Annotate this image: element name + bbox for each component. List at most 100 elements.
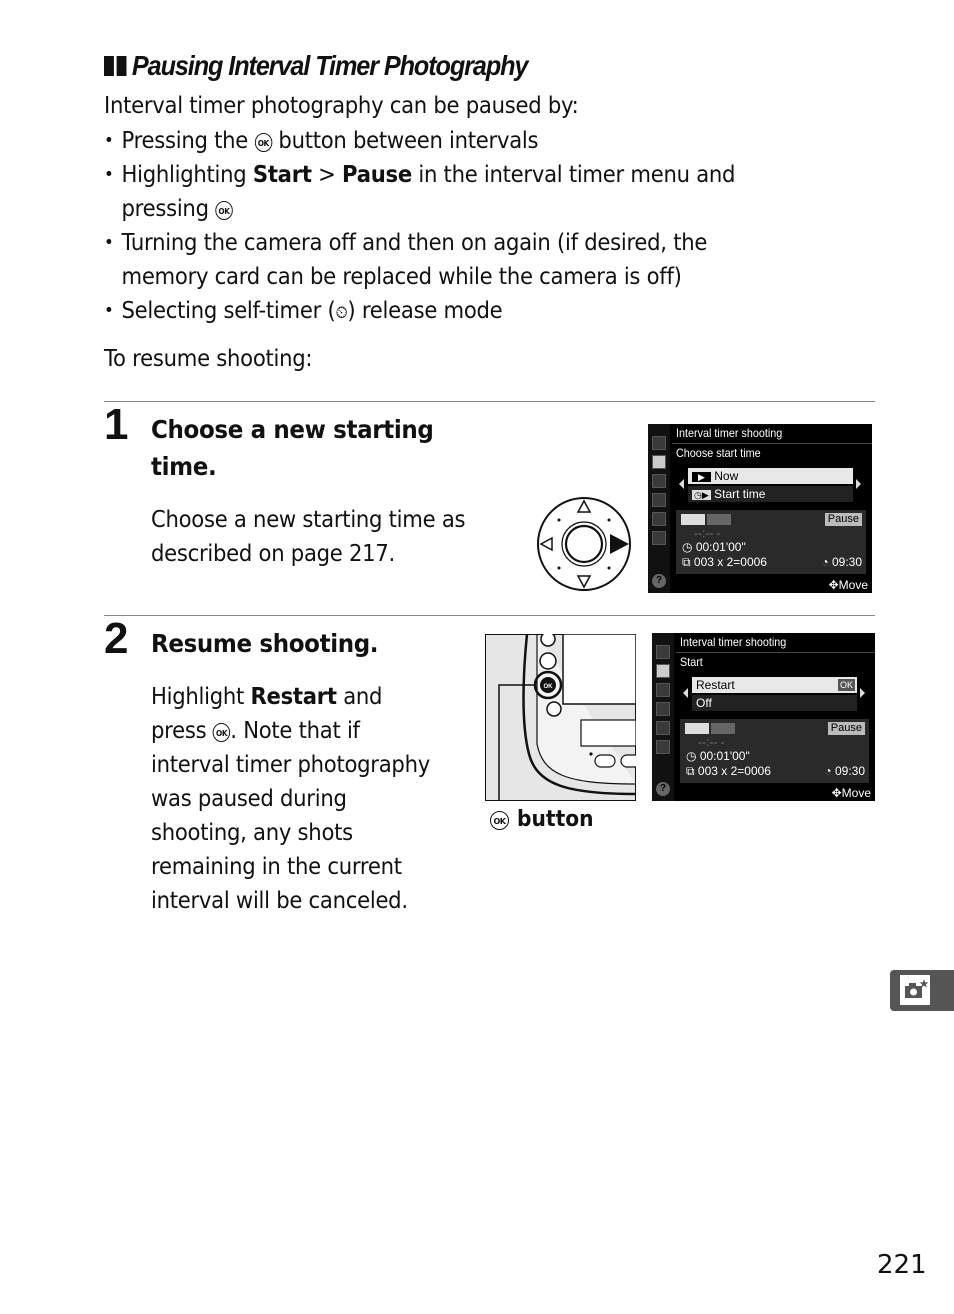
right-arrow-icon — [856, 479, 861, 489]
start-time-value: --:-- - — [694, 526, 721, 540]
timer-info-panel: Pause --:-- - ◷ 00:01'00" ⧉ 003 x 2=0006… — [676, 510, 866, 574]
clock-row: ◔ 09:30 — [821, 555, 862, 569]
mode-icons — [681, 514, 731, 525]
text: pressing — [121, 196, 216, 222]
multi-selector-icon: ✥ — [831, 786, 842, 800]
text: > — [311, 162, 343, 188]
menu-sidebar: ? — [652, 633, 674, 801]
divider — [672, 443, 872, 444]
shots-icon: ⧉ — [682, 555, 694, 569]
ok-badge: OK — [837, 679, 855, 691]
shots-row: ⧉ 003 x 2=0006 — [686, 764, 771, 779]
text: Turning the camera off and then on again… — [121, 230, 708, 256]
clock-value: 09:30 — [834, 764, 865, 778]
section-title: Pausing Interval Timer Photography — [104, 50, 529, 82]
interval-icon: ◷ — [686, 749, 700, 763]
text: and — [336, 684, 383, 710]
playback-menu-icon — [652, 436, 666, 450]
section-title-text: Pausing Interval Timer Photography — [131, 50, 529, 81]
shooting-menu-icon — [652, 455, 666, 469]
screen-header: Interval timer shooting — [676, 426, 783, 440]
step-title: Resume shooting. — [151, 629, 379, 658]
interval-row: ◷ 00:01'00" — [682, 540, 746, 554]
step-body: Highlight Restart and press OK. Note tha… — [151, 680, 430, 918]
resume-label: To resume shooting: — [104, 346, 313, 372]
camera-menu-screen: ? Interval timer shooting Start Restart … — [652, 633, 875, 801]
shots-value: 003 x 2=0006 — [697, 764, 771, 778]
list-item: Highlighting Start > Pause in the interv… — [104, 158, 735, 226]
screen-subheader: Choose start time — [676, 446, 761, 460]
start-time-value: --:-- - — [698, 735, 725, 749]
divider — [676, 652, 875, 653]
menu-term-pause: Pause — [342, 162, 412, 188]
text: interval timer photography — [151, 752, 430, 778]
text: in the interval timer menu and — [411, 162, 736, 188]
svg-text:OK: OK — [544, 684, 554, 690]
retouch-menu-icon — [652, 512, 666, 526]
list-item: Turning the camera off and then on again… — [104, 226, 735, 294]
step-number: 1 — [104, 400, 129, 449]
step-title: Choose a new starting time. — [151, 411, 434, 485]
text: was paused during — [151, 786, 347, 812]
intro-text: Interval timer photography can be paused… — [104, 93, 579, 119]
divider — [104, 401, 875, 402]
retouch-menu-icon — [656, 721, 670, 735]
left-arrow-icon — [683, 688, 688, 698]
shots-row: ⧉ 003 x 2=0006 — [682, 555, 767, 570]
shooting-menu-icon — [656, 664, 670, 678]
clock-icon: ◔ — [821, 555, 832, 569]
interval-value: 00:01'00" — [699, 749, 750, 763]
menu-sidebar: ? — [648, 424, 670, 593]
text: Highlighting — [121, 162, 253, 188]
my-menu-icon — [656, 740, 670, 754]
ok-button-icon: OK — [254, 133, 272, 152]
screen-subheader: Start — [680, 655, 703, 669]
chapter-tab[interactable] — [890, 970, 954, 1011]
list-item: Selecting self-timer (⏲) release mode — [104, 294, 735, 330]
setup-menu-icon — [652, 493, 666, 507]
text: memory card can be replaced while the ca… — [121, 264, 682, 290]
text: . Note that if — [230, 718, 360, 744]
playback-menu-icon — [656, 645, 670, 659]
clock-row: ◔ 09:30 — [824, 764, 865, 778]
interval-value: 00:01'00" — [695, 540, 746, 554]
text: shooting, any shots — [151, 820, 353, 846]
ok-button-icon: OK — [215, 201, 233, 220]
text: Selecting self-timer ( — [121, 298, 336, 324]
pause-methods-list: Pressing the OK button between intervals… — [104, 124, 735, 330]
heading-marker-icon — [104, 56, 114, 76]
self-timer-icon: ⏲ — [335, 303, 348, 323]
divider — [104, 615, 875, 616]
option-restart[interactable]: Restart OK — [692, 677, 857, 693]
right-arrow-icon — [860, 688, 865, 698]
timer-info-panel: Pause --:-- - ◷ 00:01'00" ⧉ 003 x 2=0006… — [680, 719, 869, 783]
status-badge: Pause — [827, 722, 865, 735]
menu-term-start: Start — [252, 162, 312, 188]
shots-icon: ⧉ — [686, 764, 698, 778]
list-item: Pressing the OK button between intervals — [104, 124, 735, 158]
text: press — [151, 718, 213, 744]
help-icon: ? — [652, 574, 666, 588]
ok-button-icon: OK — [212, 723, 231, 742]
option-label: Now — [714, 469, 739, 483]
nav-hint: ✥Move — [832, 786, 871, 800]
option-off[interactable]: Off — [692, 695, 857, 711]
mode-icons — [685, 723, 735, 734]
camera-back-illustration: OK — [485, 634, 636, 801]
text: ) release mode — [347, 298, 503, 324]
nav-hint: ✥Move — [829, 578, 868, 592]
camera-star-icon — [900, 975, 930, 1005]
option-start-time[interactable]: ◷▶ Start time — [688, 486, 853, 502]
text: Highlight — [151, 684, 251, 710]
camera-menu-screen: ? Interval timer shooting Choose start t… — [648, 424, 872, 593]
nav-hint-label: Move — [838, 578, 868, 592]
text: Choose a new starting time as — [151, 507, 466, 533]
status-badge: Pause — [824, 513, 862, 526]
step-number: 2 — [104, 614, 129, 663]
play-icon: ▶ — [692, 472, 711, 482]
custom-settings-icon — [656, 683, 670, 697]
left-arrow-icon — [679, 479, 684, 489]
step-title-line: Choose a new starting — [151, 415, 434, 444]
multi-selector-icon: ✥ — [828, 578, 839, 592]
option-now[interactable]: ▶ Now — [688, 468, 853, 484]
